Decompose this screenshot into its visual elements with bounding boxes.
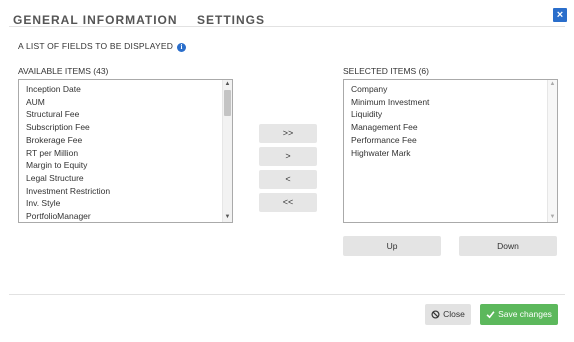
scroll-up-icon[interactable]: ▲ <box>223 80 232 89</box>
add-button[interactable]: > <box>259 147 317 166</box>
fields-list-title: A LIST OF FIELDS TO BE DISPLAYED i <box>18 41 187 52</box>
list-item[interactable]: Highwater Mark <box>351 147 557 160</box>
list-item[interactable]: Brokerage Fee <box>26 134 232 147</box>
list-item[interactable]: Management Fee <box>351 121 557 134</box>
scroll-down-icon[interactable]: ▼ <box>548 213 557 222</box>
list-item[interactable]: Margin to Equity <box>26 159 232 172</box>
list-item[interactable]: AUM <box>26 96 232 109</box>
available-items-label: AVAILABLE ITEMS (43) <box>18 66 109 76</box>
save-button-label: Save changes <box>498 309 552 319</box>
ban-icon <box>431 306 440 327</box>
list-item[interactable]: Legal Structure <box>26 172 232 185</box>
list-item[interactable]: PortfolioManager <box>26 210 232 222</box>
check-icon <box>486 306 495 327</box>
scroll-down-icon[interactable]: ▼ <box>223 213 232 222</box>
close-icon[interactable]: × <box>553 8 567 22</box>
list-item[interactable]: Inception Date <box>26 83 232 96</box>
add-all-button[interactable]: >> <box>259 124 317 143</box>
list-item[interactable]: Performance Fee <box>351 134 557 147</box>
move-down-button[interactable]: Down <box>459 236 557 256</box>
move-up-button[interactable]: Up <box>343 236 441 256</box>
list-item[interactable]: Inv. Style <box>26 197 232 210</box>
tab-bar: GENERAL INFORMATION SETTINGS <box>13 11 280 27</box>
available-items-listbox[interactable]: Inception Date AUM Structural Fee Subscr… <box>18 79 233 223</box>
remove-button[interactable]: < <box>259 170 317 189</box>
list-item[interactable]: Subscription Fee <box>26 121 232 134</box>
list-item[interactable]: Company <box>351 83 557 96</box>
selected-items-scrollbar[interactable]: ▲ ▼ <box>547 80 557 222</box>
selected-items-listbox[interactable]: Company Minimum Investment Liquidity Man… <box>343 79 558 223</box>
selected-items-label: SELECTED ITEMS (6) <box>343 66 429 76</box>
list-item[interactable]: RT per Million <box>26 147 232 160</box>
footer-divider <box>9 294 565 295</box>
list-item[interactable]: Liquidity <box>351 108 557 121</box>
list-item[interactable]: Structural Fee <box>26 108 232 121</box>
save-changes-button[interactable]: Save changes <box>480 304 558 325</box>
list-item[interactable]: Minimum Investment <box>351 96 557 109</box>
tab-general-information[interactable]: GENERAL INFORMATION <box>13 13 178 27</box>
tab-settings[interactable]: SETTINGS <box>197 13 265 27</box>
selected-items-list: Company Minimum Investment Liquidity Man… <box>344 80 557 159</box>
close-button[interactable]: Close <box>425 304 471 325</box>
info-icon[interactable]: i <box>177 43 187 52</box>
remove-all-button[interactable]: << <box>259 193 317 212</box>
available-items-list: Inception Date AUM Structural Fee Subscr… <box>19 80 232 222</box>
header-divider <box>9 26 565 27</box>
list-item[interactable]: Investment Restriction <box>26 185 232 198</box>
scroll-up-icon[interactable]: ▲ <box>548 80 557 89</box>
close-button-label: Close <box>443 309 465 319</box>
scroll-thumb[interactable] <box>224 90 231 116</box>
available-items-scrollbar[interactable]: ▲ ▼ <box>222 80 232 222</box>
fields-list-title-text: A LIST OF FIELDS TO BE DISPLAYED <box>18 41 174 51</box>
